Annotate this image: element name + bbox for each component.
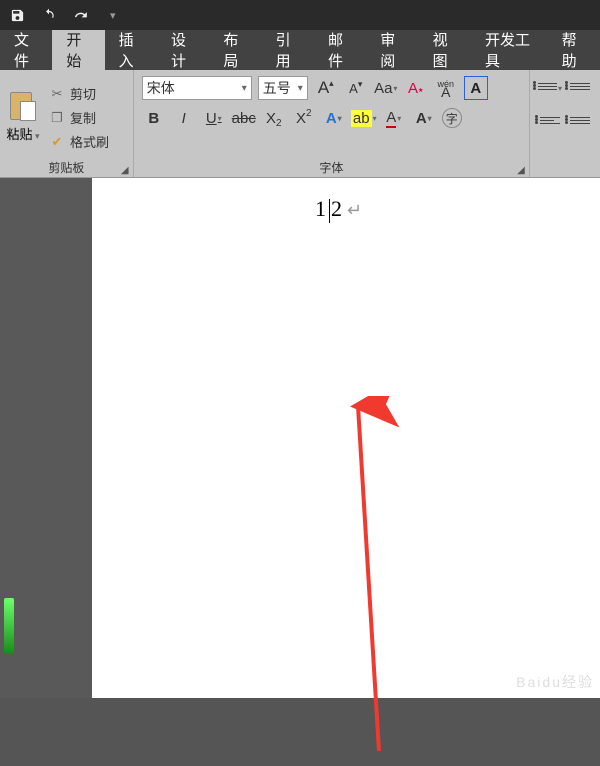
save-icon[interactable] (8, 6, 26, 24)
copy-icon: ❐ (48, 110, 66, 126)
undo-icon[interactable] (40, 6, 58, 24)
paste-button[interactable]: 粘贴 ▾ (6, 124, 40, 143)
paragraph-mark-icon: ↵ (347, 200, 364, 220)
tab-layout[interactable]: 布局 (209, 30, 261, 70)
font-color-button[interactable]: A (382, 106, 406, 130)
brush-icon: ✔ (48, 134, 66, 150)
bullet-list-icon (538, 81, 557, 95)
tab-references[interactable]: 引用 (262, 30, 314, 70)
tab-file[interactable]: 文件 (0, 30, 52, 70)
tab-insert[interactable]: 插入 (105, 30, 157, 70)
subscript-button[interactable]: X2 (262, 106, 286, 130)
ribbon-tabs: 文件 开始 插入 设计 布局 引用 邮件 审阅 视图 开发工具 帮助 (0, 30, 600, 70)
level-meter-icon (4, 598, 14, 654)
font-launcher-icon[interactable]: ◢ (516, 165, 526, 175)
tab-developer[interactable]: 开发工具 (471, 30, 548, 70)
group-paragraph (530, 70, 600, 177)
redo-icon[interactable] (72, 6, 90, 24)
clipboard-launcher-icon[interactable]: ◢ (120, 165, 130, 175)
char-shading-button[interactable]: A (412, 106, 436, 130)
tab-home[interactable]: 开始 (52, 30, 104, 70)
group-clipboard: 粘贴 ▾ ✂剪切 ❐复制 ✔格式刷 剪贴板 ◢ (0, 70, 134, 177)
bullets-button[interactable] (538, 76, 562, 100)
align-center-icon (570, 115, 590, 129)
align-center-button[interactable] (568, 110, 592, 134)
tab-view[interactable]: 视图 (419, 30, 471, 70)
character-border-button[interactable]: A (464, 76, 488, 100)
title-bar: ▾ (0, 0, 600, 30)
shrink-font-button[interactable]: A▾ (344, 76, 368, 100)
underline-button[interactable]: U (202, 106, 226, 130)
grow-font-button[interactable]: A▴ (314, 76, 338, 100)
numbering-button[interactable] (568, 76, 592, 100)
tab-mailings[interactable]: 邮件 (314, 30, 366, 70)
font-size-input[interactable]: 五号▾ (258, 76, 308, 100)
clipboard-group-label: 剪贴板 ◢ (0, 159, 133, 177)
superscript-button[interactable]: X2 (292, 106, 316, 130)
document-text[interactable]: 12↵ (315, 196, 364, 223)
cut-button[interactable]: ✂剪切 (48, 82, 109, 106)
group-font: 宋体▾ 五号▾ A▴ A▾ Aa A⭑ wénA A B I U abc X2 … (134, 70, 530, 177)
change-case-button[interactable]: Aa (374, 76, 398, 100)
text-effects-button[interactable]: A (322, 106, 346, 130)
align-left-icon (540, 115, 560, 129)
chevron-down-icon[interactable]: ▾ (298, 83, 303, 94)
align-left-button[interactable] (538, 110, 562, 134)
chevron-down-icon[interactable]: ▾ (242, 83, 247, 94)
annotation-arrow-icon (349, 396, 419, 766)
number-list-icon (570, 81, 590, 95)
tab-design[interactable]: 设计 (157, 30, 209, 70)
paragraph-group-label (530, 159, 600, 177)
ribbon: 粘贴 ▾ ✂剪切 ❐复制 ✔格式刷 剪贴板 ◢ 宋体▾ 五号▾ A▴ A▾ Aa… (0, 70, 600, 178)
font-group-label: 字体 ◢ (134, 159, 529, 177)
strikethrough-button[interactable]: abc (232, 106, 256, 130)
enclose-char-button[interactable]: 字 (442, 108, 462, 128)
scissors-icon: ✂ (48, 86, 66, 102)
qat-overflow-icon[interactable]: ▾ (110, 9, 116, 22)
paste-icon[interactable] (10, 92, 36, 122)
phonetic-guide-button[interactable]: wénA (434, 76, 458, 100)
bold-button[interactable]: B (142, 106, 166, 130)
italic-button[interactable]: I (172, 106, 196, 130)
tab-help[interactable]: 帮助 (548, 30, 600, 70)
workspace: 12↵ Baidu经验 (0, 178, 600, 698)
format-painter-button[interactable]: ✔格式刷 (48, 130, 109, 154)
document-page[interactable]: 12↵ (92, 178, 600, 698)
font-name-input[interactable]: 宋体▾ (142, 76, 252, 100)
tab-review[interactable]: 审阅 (366, 30, 418, 70)
ruler-gutter (0, 178, 92, 698)
copy-button[interactable]: ❐复制 (48, 106, 109, 130)
clear-format-button[interactable]: A⭑ (404, 76, 428, 100)
highlight-button[interactable]: ab (352, 106, 376, 130)
